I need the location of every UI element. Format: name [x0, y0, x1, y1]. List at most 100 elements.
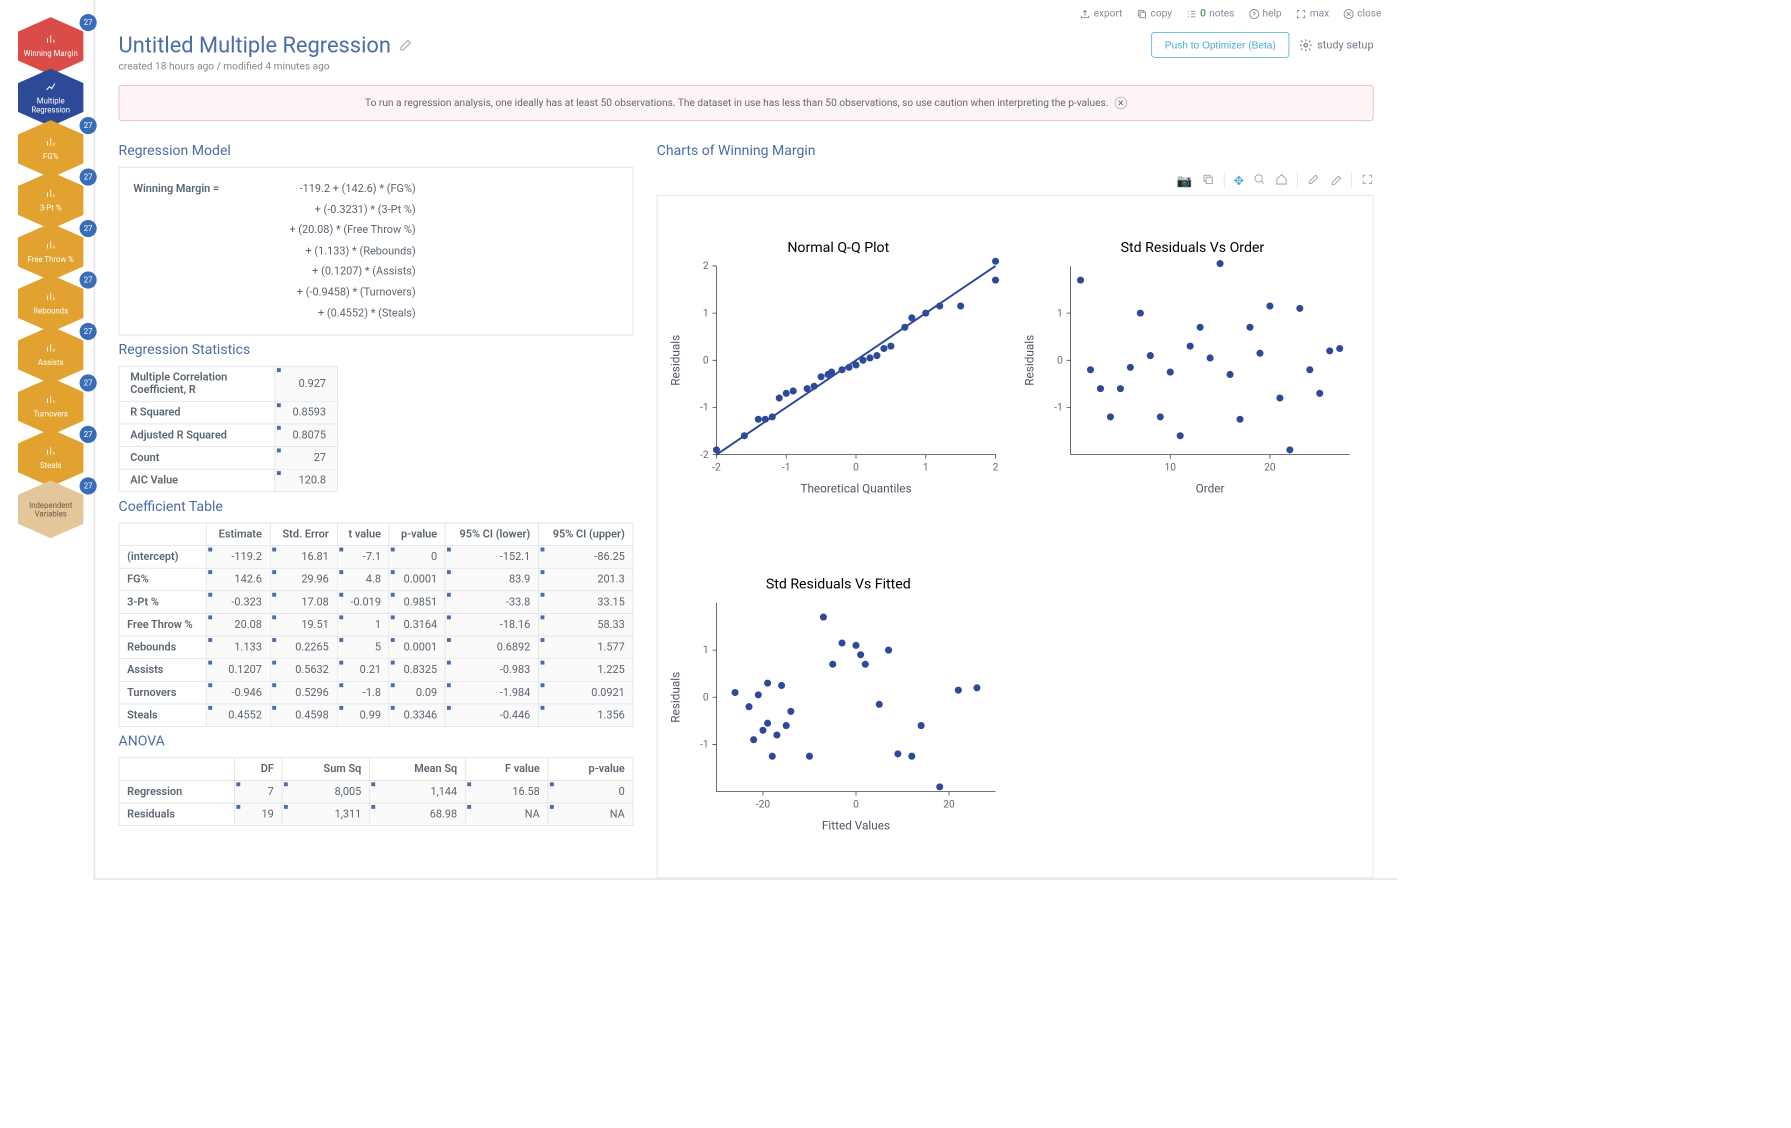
study-setup-button[interactable]: study setup [1298, 38, 1373, 52]
hex-label: FG% [40, 153, 62, 162]
sidebar-hex-4[interactable]: Free Throw % [18, 223, 84, 281]
svg-text:1: 1 [923, 462, 929, 473]
max-button[interactable]: max [1296, 8, 1329, 20]
zoom-icon[interactable] [1253, 173, 1265, 189]
section-title-model: Regression Model [119, 143, 634, 159]
svg-text:-1: -1 [782, 462, 791, 473]
svg-text:Residuals: Residuals [668, 335, 682, 386]
table-row: Turnovers-0.9460.5296-1.80.09-1.9840.092… [119, 681, 633, 704]
svg-text:Theoretical Quantiles: Theoretical Quantiles [800, 481, 911, 495]
home-icon[interactable] [1275, 173, 1287, 189]
table-row: Free Throw %20.0819.5110.3164-18.1658.33 [119, 614, 633, 637]
svg-text:-2: -2 [712, 462, 721, 473]
coefficient-table: EstimateStd. Errort valuep-value95% CI (… [119, 523, 634, 727]
bar-chart-icon [44, 80, 56, 96]
bar-chart-icon [45, 394, 56, 408]
bar-chart-icon [45, 343, 56, 357]
svg-text:0: 0 [703, 355, 709, 366]
sidebar-hex-2[interactable]: FG% [18, 120, 84, 178]
hex-badge: 27 [80, 477, 97, 494]
svg-text:1: 1 [703, 645, 709, 656]
hex-badge: 27 [80, 168, 97, 185]
pan-icon[interactable]: ✥ [1234, 173, 1244, 189]
hex-badge: 27 [80, 117, 97, 134]
svg-text:20: 20 [1264, 462, 1276, 473]
table-row: Adjusted R Squared0.8075 [119, 424, 337, 447]
sidebar-hex-3[interactable]: 3-Pt % [18, 172, 84, 230]
svg-text:1: 1 [1057, 308, 1063, 319]
svg-text:1: 1 [703, 308, 709, 319]
svg-text:-1: -1 [1054, 403, 1063, 414]
close-icon [1343, 8, 1354, 19]
fullscreen-icon[interactable] [1361, 173, 1373, 189]
sidebar-hex-5[interactable]: Rebounds [18, 275, 84, 333]
model-term: + (0.1207) * (Assists) [235, 262, 416, 283]
sidebar-hex-1[interactable]: Multiple Regression [18, 69, 84, 127]
topbar: export copy 0notes help max close [95, 0, 1381, 27]
svg-text:2: 2 [993, 462, 999, 473]
help-button[interactable]: help [1248, 8, 1281, 20]
header: Untitled Multiple Regression created 18 … [95, 27, 1381, 85]
table-row: Rebounds1.1330.226550.00010.68921.577 [119, 636, 633, 659]
svg-text:Normal Q-Q Plot: Normal Q-Q Plot [787, 240, 889, 256]
sidebar-hex-8[interactable]: Steals [18, 429, 84, 487]
anova-table: DFSum SqMean SqF valuep-value Regression… [119, 758, 634, 827]
warning-banner: To run a regression analysis, one ideall… [119, 85, 1374, 121]
maximize-icon [1296, 8, 1307, 19]
svg-text:20: 20 [943, 799, 955, 810]
edit-chart-icon[interactable] [1307, 173, 1319, 189]
qq-plot[interactable]: Normal Q-Q Plot-2-1012-2-1012Theoretical… [665, 204, 1011, 533]
svg-text:Residuals: Residuals [668, 672, 682, 723]
list-icon [1186, 8, 1197, 19]
hex-badge: 27 [80, 374, 97, 391]
sidebar-hex-7[interactable]: Turnovers [18, 378, 84, 436]
table-row: (intercept)-119.216.81-7.10-152.1-86.25 [119, 546, 633, 569]
table-row: 3-Pt %-0.32317.08-0.0190.9851-33.833.15 [119, 591, 633, 614]
close-button[interactable]: close [1343, 8, 1381, 20]
sidebar-hex-9[interactable]: Independent Variables [18, 480, 84, 538]
svg-text:0: 0 [853, 799, 859, 810]
hex-label: Winning Margin [20, 50, 80, 59]
subtitle: created 18 hours ago / modified 4 minute… [119, 61, 413, 73]
regression-stats-table: Multiple Correlation Coefficient, R0.927… [119, 366, 338, 492]
hex-label: Rebounds [30, 307, 71, 316]
svg-text:0: 0 [1057, 355, 1063, 366]
push-to-optimizer-button[interactable]: Push to Optimizer (Beta) [1152, 32, 1290, 58]
model-term: + (-0.3231) * (3-Pt %) [235, 199, 416, 220]
section-title-anova: ANOVA [119, 733, 634, 749]
hex-label: Independent Variables [18, 502, 84, 519]
dismiss-warning-button[interactable]: ✕ [1115, 97, 1127, 109]
svg-text:-2: -2 [700, 450, 709, 461]
model-term: + (20.08) * (Free Throw %) [235, 220, 416, 241]
hex-label: Free Throw % [24, 256, 77, 265]
table-row: Regression78,0051,14416.580 [119, 781, 633, 804]
edit-icon[interactable] [399, 38, 413, 52]
table-row: Multiple Correlation Coefficient, R0.927 [119, 366, 337, 401]
erase-icon[interactable] [1329, 173, 1341, 189]
sidebar-hex-6[interactable]: Assists [18, 326, 84, 384]
svg-text:2: 2 [703, 261, 709, 272]
copy-button[interactable]: copy [1137, 8, 1173, 20]
residuals-vs-fitted-plot[interactable]: Std Residuals Vs Fitted-20020-101Fitted … [665, 541, 1011, 870]
copy-chart-icon[interactable] [1202, 173, 1214, 189]
help-icon [1248, 8, 1259, 19]
hex-label: Assists [35, 359, 67, 368]
bar-chart-icon [45, 188, 56, 202]
notes-button[interactable]: 0notes [1186, 8, 1234, 20]
hex-label: Steals [37, 462, 65, 471]
residuals-vs-order-plot[interactable]: Std Residuals Vs Order1020-101OrderResid… [1019, 204, 1365, 533]
copy-icon [1137, 8, 1148, 19]
sidebar-hex-0[interactable]: Winning Margin [18, 17, 84, 75]
sidebar: 27Winning MarginMultiple Regression27FG%… [0, 0, 101, 880]
table-row: FG%142.629.964.80.000183.9201.3 [119, 568, 633, 591]
model-term: + (-0.9458) * (Turnovers) [235, 282, 416, 303]
bar-chart-icon [45, 446, 56, 460]
page-title: Untitled Multiple Regression [119, 32, 413, 58]
export-button[interactable]: export [1080, 8, 1123, 20]
chart-toolbar: 📷 ✥ [657, 167, 1374, 195]
hex-badge: 27 [80, 323, 97, 340]
bar-chart-icon [45, 291, 56, 305]
svg-text:Fitted Values: Fitted Values [822, 818, 890, 832]
export-icon [1080, 8, 1091, 19]
camera-icon[interactable]: 📷 [1177, 173, 1193, 189]
